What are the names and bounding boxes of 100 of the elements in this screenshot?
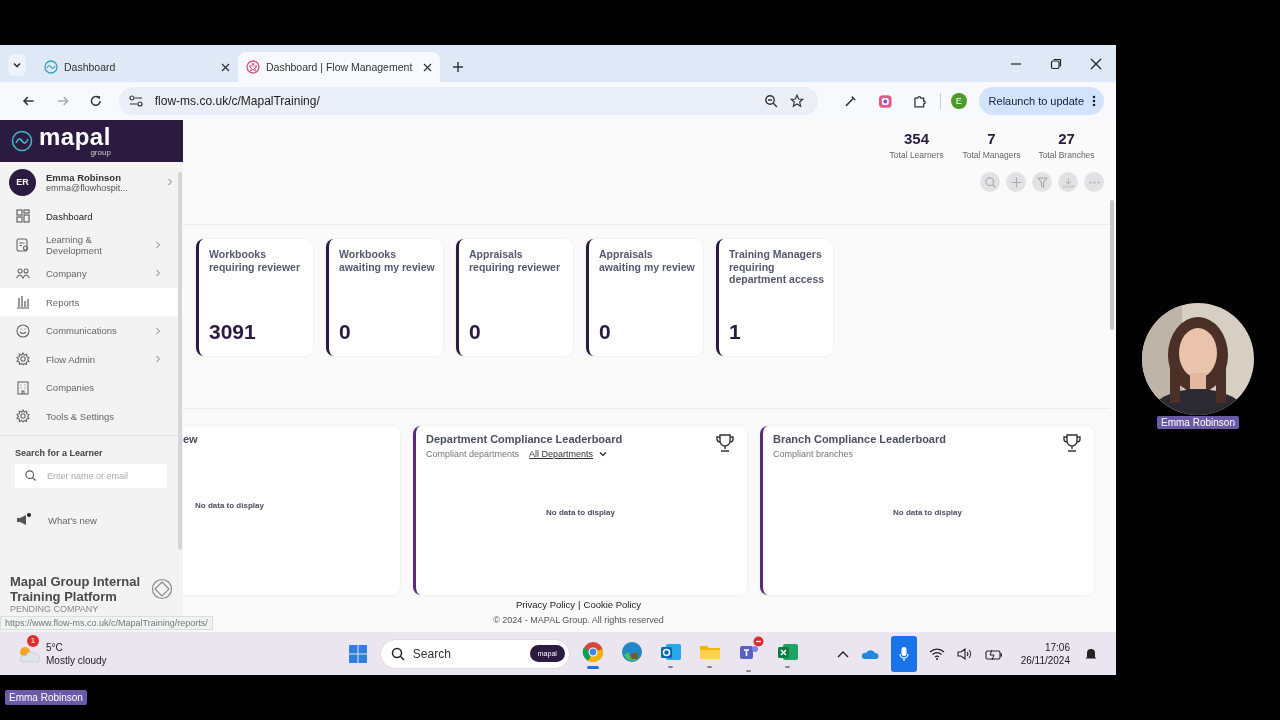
- building-icon: [16, 380, 30, 395]
- extension-colour-icon[interactable]: [877, 93, 893, 109]
- wave-logo-icon: [11, 130, 33, 152]
- user-profile-item[interactable]: ER Emma Robinson emma@flowhospit...: [0, 162, 183, 202]
- back-icon[interactable]: [22, 94, 36, 108]
- tab-list-button[interactable]: [8, 54, 26, 76]
- link-status-tooltip: https://www.flow-ms.co.uk/c/MapalTraining/reports/: [0, 616, 213, 630]
- star-logo-icon: [246, 60, 260, 74]
- puzzle-icon[interactable]: [912, 94, 927, 108]
- download-icon: [1062, 176, 1074, 188]
- stat-value: 27: [1058, 130, 1075, 147]
- clock-time[interactable]: 17:06: [1044, 640, 1070, 654]
- learner-search-field[interactable]: Enter name or email: [15, 463, 167, 488]
- bell-icon[interactable]: [1084, 646, 1098, 661]
- speaker-icon[interactable]: [956, 647, 973, 660]
- gear-icon: [16, 352, 30, 367]
- close-icon[interactable]: [221, 62, 230, 72]
- card-title: Branch Compliance Leaderboard: [773, 433, 946, 445]
- filter-icon: [1036, 176, 1048, 188]
- copyright-text: © 2024 - MAPAL Group. All rights reserved: [493, 615, 664, 625]
- eyedropper-icon[interactable]: [844, 94, 858, 108]
- empty-message: No data to display: [893, 507, 962, 517]
- sidebar-item[interactable]: Communications: [0, 316, 183, 345]
- card-title: Workbooks awaiting my review: [339, 248, 435, 273]
- sidebar-item[interactable]: Companies: [0, 373, 183, 403]
- reload-icon[interactable]: [89, 94, 103, 108]
- card-title: Appraisals awaiting my review: [599, 248, 695, 273]
- bar-chart-icon: [16, 295, 30, 310]
- chevron-down-icon: [12, 60, 22, 70]
- notification-badge: 1: [27, 634, 39, 647]
- brand-logo-text: mapal: [39, 125, 111, 148]
- link-separator: |: [578, 599, 581, 610]
- card-value: 3091: [209, 320, 257, 344]
- plus-icon[interactable]: [452, 61, 464, 73]
- sidebar-item[interactable]: Dashboard: [0, 202, 183, 231]
- card-subtitle: Compliant departments: [426, 449, 520, 459]
- stat-value: 7: [987, 130, 996, 147]
- do-not-disturb-icon: [752, 635, 764, 647]
- restore-icon[interactable]: [1050, 58, 1062, 70]
- edge-browser-icon[interactable]: [620, 640, 643, 663]
- chevron-up-icon[interactable]: [836, 649, 849, 658]
- search-icon: [984, 176, 996, 188]
- close-icon[interactable]: [1090, 58, 1102, 70]
- site-settings-icon[interactable]: [128, 95, 143, 107]
- card-value: 0: [599, 320, 612, 344]
- user-avatar: ER: [9, 168, 36, 196]
- caret-icon: [599, 451, 608, 457]
- search-label: Search for a Learner: [15, 447, 104, 458]
- card-title: Training Managers requiring department access: [729, 248, 825, 286]
- review-card[interactable]: Workbooks awaiting my review 0: [326, 239, 443, 356]
- smiley-icon: [16, 323, 30, 338]
- cloud-icon[interactable]: [860, 647, 879, 660]
- card-value: 0: [469, 320, 482, 344]
- sidebar-item[interactable]: Tools & Settings: [0, 402, 183, 431]
- scrollbar-thumb[interactable]: [1110, 200, 1114, 330]
- cookie-policy-link[interactable]: Cookie Policy: [583, 599, 642, 610]
- profile-avatar[interactable]: E: [951, 93, 967, 109]
- switch-company-icon[interactable]: [151, 578, 173, 600]
- speaker-name-label: Emma Robinson: [5, 690, 87, 705]
- card-title: Department Compliance Leaderboard: [426, 433, 623, 445]
- battery-icon[interactable]: [984, 647, 1003, 660]
- review-card[interactable]: Training Managers requiring department access 1: [716, 239, 833, 356]
- stat-value: 354: [904, 130, 929, 147]
- address-bar[interactable]: flow-ms.co.uk/c/MapalTraining/: [118, 87, 819, 115]
- chrome-browser-icon[interactable]: [581, 640, 604, 663]
- review-card[interactable]: Appraisals awaiting my review 0: [586, 239, 703, 356]
- sidebar-item[interactable]: Flow Admin: [0, 344, 183, 374]
- sidebar-item[interactable]: Company: [0, 259, 183, 288]
- empty-message: No data to display: [546, 507, 615, 517]
- star-icon[interactable]: [790, 94, 805, 108]
- clock-date[interactable]: 26/11/2024: [1020, 653, 1070, 667]
- participant-name-label: Emma Robinson: [1157, 416, 1239, 429]
- review-card[interactable]: Appraisals requiring reviewer 0: [456, 239, 573, 356]
- trophy-icon: [715, 433, 735, 453]
- card-value: 1: [729, 320, 742, 344]
- gear-icon: [16, 409, 30, 424]
- privacy-policy-link[interactable]: Privacy Policy: [515, 599, 576, 610]
- card-title: ew: [183, 433, 198, 445]
- close-icon[interactable]: [423, 62, 432, 72]
- sidebar-item[interactable]: Learning & Development: [0, 230, 183, 260]
- temperature-text: 5°C: [46, 640, 64, 654]
- sidebar-item[interactable]: Reports: [0, 287, 183, 317]
- microphone-button[interactable]: [890, 635, 917, 672]
- browser-tab[interactable]: Dashboard | Flow Management: [238, 52, 440, 82]
- windows-start-icon[interactable]: [347, 643, 368, 664]
- search-icon: [25, 470, 36, 482]
- browser-tab[interactable]: Dashboard: [36, 52, 238, 82]
- wifi-icon[interactable]: [928, 647, 945, 660]
- whats-new-item[interactable]: What's new: [0, 505, 183, 535]
- grid-icon: [16, 209, 30, 224]
- user-name: Emma Robinson: [46, 171, 122, 183]
- department-filter-dropdown[interactable]: All Departments: [529, 449, 608, 459]
- zoom-out-icon[interactable]: [764, 94, 779, 108]
- relaunch-button[interactable]: Relaunch to update: [978, 87, 1105, 115]
- stat-label: Total Learners: [889, 150, 944, 160]
- review-card[interactable]: Workbooks requiring reviewer 3091: [196, 239, 313, 356]
- trophy-icon: [1062, 433, 1082, 453]
- stat-label: Total Branches: [1038, 150, 1095, 160]
- card-title: Workbooks requiring reviewer: [209, 248, 302, 273]
- stat-label: Total Managers: [962, 150, 1021, 160]
